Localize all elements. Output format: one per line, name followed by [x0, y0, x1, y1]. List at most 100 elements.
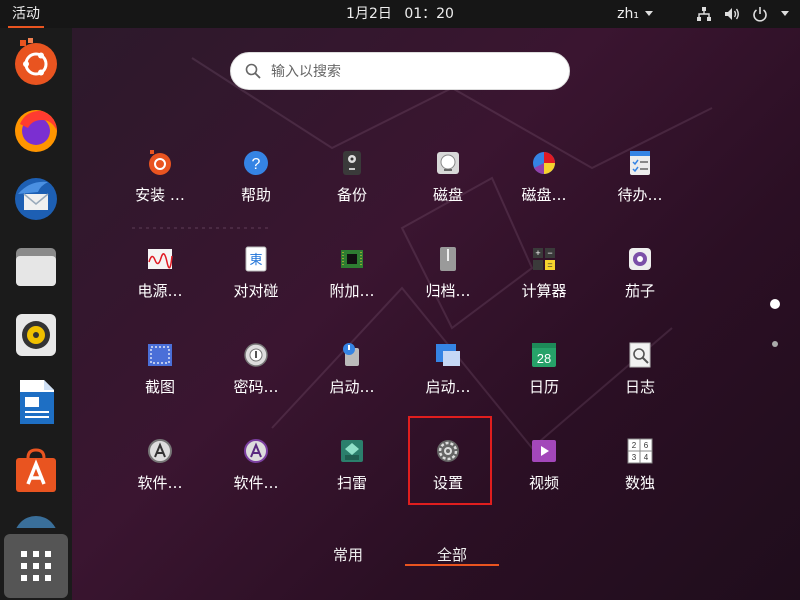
top-bar: 活动 1月2日 01：20 zh₁: [0, 0, 800, 28]
tab-active-indicator: [405, 564, 499, 566]
sudoku-digit: 3: [632, 453, 637, 462]
app-logs[interactable]: 日志: [595, 342, 685, 422]
calculator-icon: + − =: [533, 248, 555, 270]
app-power-stats[interactable]: 电源…: [115, 246, 205, 326]
disk-usage-icon: [533, 152, 555, 175]
app-cheese[interactable]: 茄子: [595, 246, 685, 326]
app-label: 归档…: [425, 282, 471, 300]
network-icon[interactable]: [696, 6, 712, 22]
app-screenshot[interactable]: 截图: [115, 342, 205, 422]
app-label: 附加…: [329, 282, 375, 300]
search-icon: [245, 63, 261, 79]
dock-thunderbird[interactable]: [12, 174, 60, 222]
tab-all[interactable]: 全部: [437, 544, 467, 565]
app-startup-apps[interactable]: 启动…: [403, 342, 493, 422]
app-label: 茄子: [624, 282, 655, 300]
videos-icon: [532, 440, 556, 462]
system-tray: zh₁: [617, 0, 790, 28]
ubuntu-install-icon: [15, 38, 57, 85]
app-additional-drivers[interactable]: 附加…: [307, 246, 397, 326]
firefox-icon: [15, 110, 57, 152]
chevron-down-icon[interactable]: [780, 10, 790, 18]
app-backup[interactable]: 备份: [307, 150, 397, 230]
app-label: 截图: [144, 378, 175, 396]
dock-ubuntu-installer[interactable]: [12, 38, 60, 86]
app-label: 安装 …: [135, 186, 185, 204]
app-label: 启动…: [329, 378, 375, 396]
date-text: 1月2日: [346, 6, 392, 22]
software-properties-icon: [244, 439, 268, 463]
search-bar[interactable]: 输入以搜索: [230, 52, 570, 90]
input-method-menu[interactable]: zh₁: [617, 6, 684, 22]
app-todo[interactable]: 待办…: [595, 150, 685, 230]
startup-apps-icon: [436, 344, 460, 366]
ubuntu-software-icon: [16, 448, 56, 492]
app-disks[interactable]: 磁盘: [403, 150, 493, 230]
chevron-down-icon: [645, 11, 653, 16]
app-software-updater[interactable]: 软件…: [115, 438, 205, 518]
app-calendar[interactable]: 28 日历: [499, 342, 589, 422]
backup-icon: [343, 151, 361, 175]
page-dot[interactable]: [772, 341, 778, 347]
app-mahjongg[interactable]: 東 对对碰: [211, 246, 301, 326]
dock-firefox[interactable]: [12, 106, 60, 154]
logs-icon: [629, 342, 651, 368]
dock-libreoffice-writer[interactable]: [12, 378, 60, 426]
svg-text:=: =: [547, 260, 552, 270]
app-help[interactable]: ? 帮助: [211, 150, 301, 230]
ubuntu-install-icon: [149, 150, 171, 175]
app-label: 电源…: [137, 282, 183, 300]
app-label: 视频: [528, 474, 559, 492]
app-label: 磁盘…: [521, 186, 567, 204]
app-label: 日历: [528, 378, 559, 396]
show-applications-button[interactable]: [4, 534, 68, 598]
dock-files[interactable]: [12, 242, 60, 290]
calendar-day: 28: [537, 351, 551, 366]
search-placeholder: 输入以搜索: [271, 64, 341, 80]
app-mines[interactable]: 扫雷: [307, 438, 397, 518]
svg-text:東: 東: [249, 252, 262, 268]
archive-manager-icon: [440, 247, 456, 271]
writer-icon: [20, 380, 54, 424]
dock-rhythmbox[interactable]: [12, 310, 60, 358]
rhythmbox-icon: [16, 314, 56, 356]
screenshot-icon: [148, 344, 172, 366]
page-dot-active[interactable]: [770, 299, 780, 309]
svg-text:+: +: [535, 248, 540, 258]
app-label: 帮助: [240, 186, 271, 204]
input-method-label: zh₁: [617, 6, 639, 22]
app-archive-manager[interactable]: 归档…: [403, 246, 493, 326]
app-calculator[interactable]: + − = 计算器: [499, 246, 589, 326]
dock-partial-item[interactable]: [12, 514, 60, 528]
sudoku-digit: 6: [644, 441, 649, 450]
app-disk-usage[interactable]: 磁盘…: [499, 150, 589, 230]
app-sudoku[interactable]: 2 6 3 4 数独: [595, 438, 685, 518]
app-install[interactable]: 安装 …: [115, 150, 205, 230]
software-updater-icon: [148, 439, 172, 463]
passwords-icon: [244, 343, 268, 367]
app-videos[interactable]: 视频: [499, 438, 589, 518]
selection-highlight: [408, 416, 492, 505]
volume-icon[interactable]: [724, 6, 740, 22]
app-label: 数独: [624, 474, 655, 492]
disks-icon: [437, 152, 459, 174]
app-software-properties[interactable]: 软件…: [211, 438, 301, 518]
startup-disk-icon: [343, 343, 359, 366]
app-startup-disk[interactable]: 启动…: [307, 342, 397, 422]
app-label: 磁盘: [432, 186, 463, 204]
time-text: 01：20: [404, 6, 454, 22]
calendar-icon: 28: [532, 343, 556, 367]
help-icon: ?: [244, 151, 268, 175]
app-label: 待办…: [617, 186, 663, 204]
dvd-icon: [16, 516, 56, 528]
sudoku-icon: 2 6 3 4: [627, 438, 653, 464]
app-label: 备份: [336, 186, 367, 204]
power-icon[interactable]: [752, 6, 768, 22]
dock-ubuntu-software[interactable]: [12, 446, 60, 494]
app-label: 扫雷: [336, 474, 367, 492]
app-passwords[interactable]: 密码…: [211, 342, 301, 422]
app-label: 计算器: [521, 282, 567, 300]
additional-drivers-icon: [341, 250, 363, 268]
tab-frequent[interactable]: 常用: [333, 544, 363, 565]
mahjongg-icon: 東: [245, 246, 267, 272]
